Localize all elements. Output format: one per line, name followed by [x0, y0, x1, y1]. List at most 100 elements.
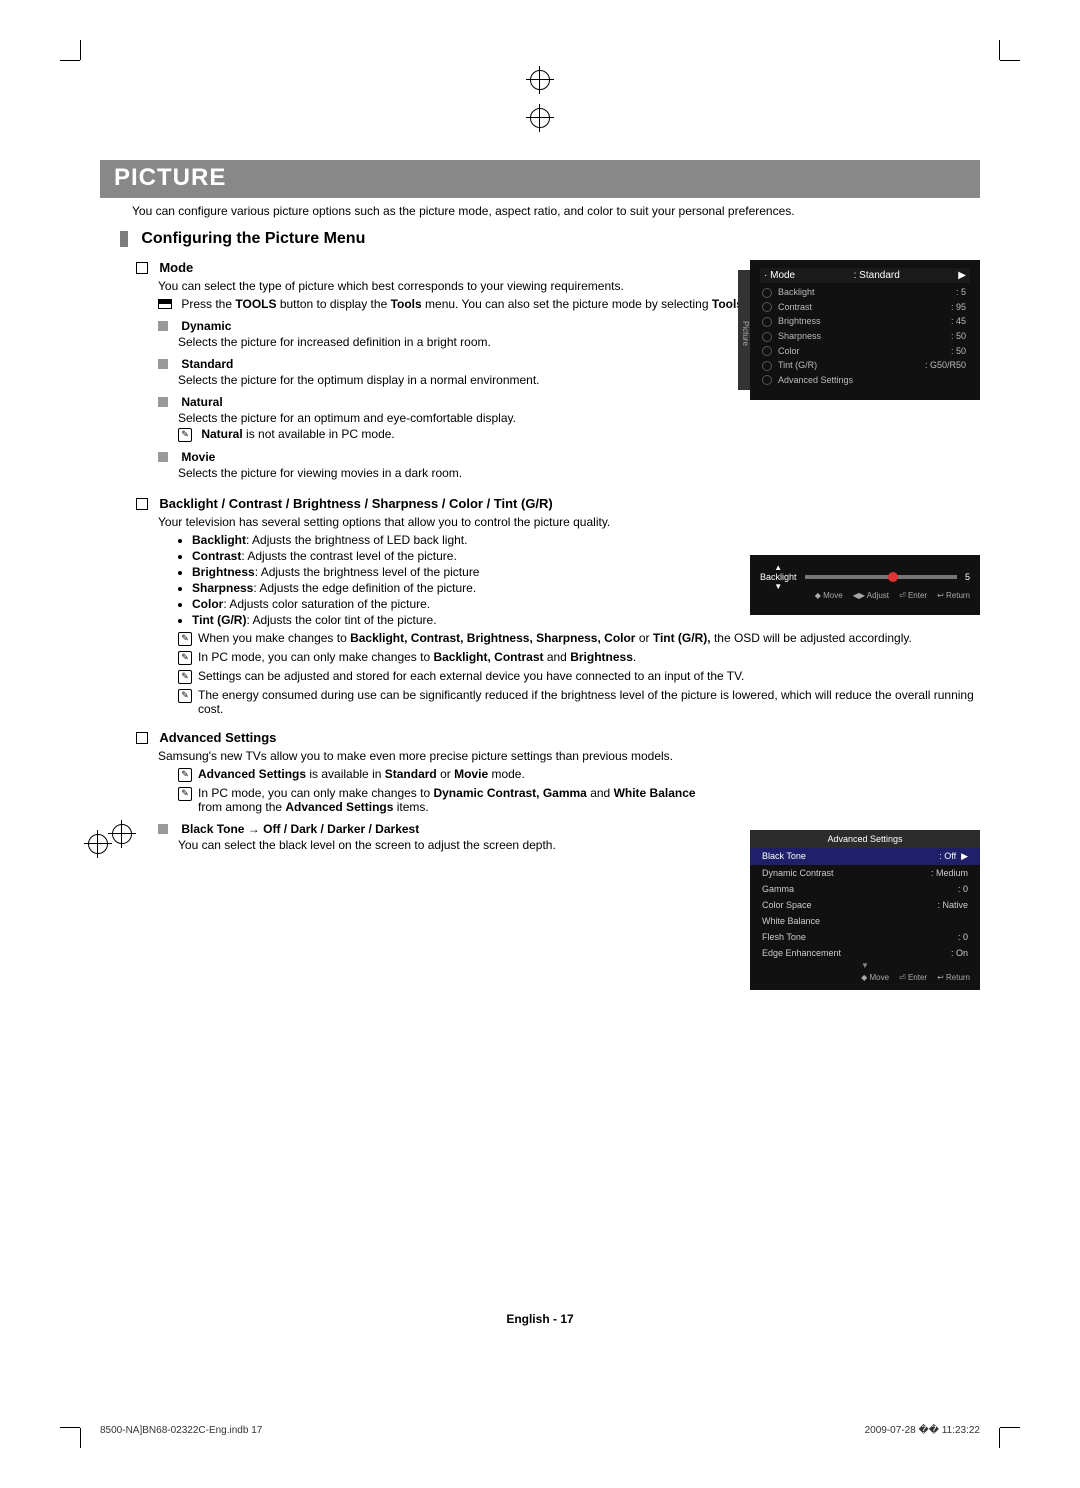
page-footer: English - 17	[0, 1312, 1080, 1326]
picture-param-item: Backlight: Adjusts the brightness of LED…	[178, 533, 980, 547]
topic-advanced-settings-title: Advanced Settings	[159, 730, 276, 745]
osd-backlight-slider: ▲Backlight▼ 5 ◆ Move ◀▶ Adjust ⏎ Enter ↩ Re…	[750, 555, 980, 615]
checkbox-bullet-icon	[136, 262, 148, 274]
topic-picture-params-title: Backlight / Contrast / Brightness / Shar…	[159, 496, 552, 511]
section-intro: You can configure various picture option…	[132, 204, 980, 218]
dot-bullet-icon	[178, 555, 182, 559]
osd-slider-footer: ◆ Move ◀▶ Adjust ⏎ Enter ↩ Return	[760, 591, 970, 600]
note-osd-adjust: When you make changes to Backlight, Cont…	[198, 631, 980, 646]
mode-natural-title: Natural	[181, 395, 222, 409]
square-bullet-icon	[158, 824, 168, 834]
osd-advanced-title: Advanced Settings	[750, 830, 980, 848]
print-timestamp: 2009-07-28 �� 11:23:22	[865, 1425, 980, 1436]
note-icon: ✎	[178, 632, 192, 646]
osd-menu-row: Sharpness: 50	[760, 331, 970, 342]
dot-bullet-icon	[178, 571, 182, 575]
osd-slider-track	[805, 575, 957, 579]
topic-mode-title: Mode	[159, 260, 193, 275]
osd-menu-row: Dynamic Contrast: Medium	[750, 865, 980, 881]
topic-advanced-settings: Advanced Settings	[136, 730, 980, 745]
arrow-up-icon: ▲	[774, 563, 782, 572]
registration-mark-left	[112, 824, 132, 844]
arrow-down-icon: ▼	[774, 582, 782, 591]
dot-bullet-icon	[178, 619, 182, 623]
mode-natural-note: ✎ Natural is not available in PC mode.	[178, 427, 980, 442]
mode-movie: Movie	[158, 450, 980, 464]
osd-slider-value: 5	[965, 572, 970, 582]
crop-mark-br	[1000, 1428, 1020, 1448]
osd-menu-row: Black Tone: Off ▶	[750, 848, 980, 865]
osd-picture-menu: Picture · Mode: Standard▶ Backlight: 5Co…	[750, 260, 980, 400]
subsection-heading: Configuring the Picture Menu	[100, 230, 980, 248]
print-job-footer: 8500-NA]BN68-02322C-Eng.indb 17 2009-07-…	[100, 1425, 980, 1436]
osd-hint: ◀▶ Adjust	[853, 591, 889, 600]
mode-movie-title: Movie	[181, 450, 215, 464]
note-icon: ✎	[178, 768, 192, 782]
subsection-heading-text: Configuring the Picture Menu	[141, 230, 365, 247]
topic-advanced-settings-desc: Samsung's new TVs allow you to make even…	[158, 749, 698, 763]
note-adv-pc-mode: In PC mode, you can only make changes to…	[198, 786, 698, 814]
note-icon: ✎	[178, 651, 192, 665]
osd-slider-label: Backlight	[760, 572, 797, 582]
mode-standard-title: Standard	[181, 357, 233, 371]
dot-bullet-icon	[178, 587, 182, 591]
registration-mark-right	[88, 834, 108, 854]
mode-dynamic-title: Dynamic	[181, 319, 231, 333]
crop-mark-bl	[60, 1428, 80, 1448]
osd-advanced-footer: ◆ Move ⏎ Enter ↩ Return	[750, 970, 980, 985]
note-pc-mode-limit: In PC mode, you can only make changes to…	[198, 650, 980, 665]
osd-hint: ◆ Move	[861, 973, 889, 982]
checkbox-bullet-icon	[136, 498, 148, 510]
note-icon: ✎	[178, 428, 192, 442]
topic-mode-desc: You can select the type of picture which…	[158, 279, 718, 293]
print-file-name: 8500-NA]BN68-02322C-Eng.indb 17	[100, 1425, 262, 1436]
note-per-input-storage: Settings can be adjusted and stored for …	[198, 669, 980, 684]
section-title: PICTURE	[100, 160, 980, 198]
osd-menu-row: Flesh Tone: 0	[750, 929, 980, 945]
mode-natural-desc: Selects the picture for an optimum and e…	[178, 411, 980, 425]
osd-picture-mode-row: · Mode: Standard▶	[760, 268, 970, 283]
dot-bullet-icon	[178, 539, 182, 543]
osd-menu-row: Edge Enhancement: On	[750, 945, 980, 961]
osd-menu-row: Gamma: 0	[750, 881, 980, 897]
square-bullet-icon	[158, 359, 168, 369]
note-energy-saving: The energy consumed during use can be si…	[198, 688, 980, 716]
note-icon: ✎	[178, 670, 192, 684]
osd-menu-row: Advanced Settings	[760, 375, 970, 386]
osd-hint: ◆ Move	[815, 591, 843, 600]
osd-menu-row: Color Space: Native	[750, 897, 980, 913]
osd-menu-row: Contrast: 95	[760, 302, 970, 313]
advanced-settings-notes: ✎ Advanced Settings is available in Stan…	[158, 767, 698, 814]
osd-hint: ↩ Return	[937, 973, 970, 982]
crop-mark-tl	[60, 40, 80, 60]
osd-menu-row: Tint (G/R): G50/R50	[760, 360, 970, 371]
mode-movie-desc: Selects the picture for viewing movies i…	[178, 466, 980, 480]
square-bullet-icon	[158, 321, 168, 331]
osd-menu-row: White Balance	[750, 913, 980, 929]
osd-hint: ⏎ Enter	[899, 973, 927, 982]
registration-mark-bottom	[530, 70, 550, 90]
arrow-down-icon: ▼	[750, 961, 980, 970]
osd-menu-row: Color: 50	[760, 346, 970, 357]
topic-picture-params: Backlight / Contrast / Brightness / Shar…	[136, 496, 980, 511]
manual-page: PICTURE You can configure various pictur…	[0, 0, 1080, 1488]
osd-menu-row: Brightness: 45	[760, 316, 970, 327]
osd-hint: ⏎ Enter	[899, 591, 927, 600]
heading-bar-icon	[120, 231, 128, 247]
osd-hint: ↩ Return	[937, 591, 970, 600]
tools-button-icon	[158, 299, 172, 309]
picture-param-item: Tint (G/R): Adjusts the color tint of th…	[178, 613, 980, 627]
osd-advanced-settings: Advanced Settings Black Tone: Off ▶Dynam…	[750, 830, 980, 990]
note-icon: ✎	[178, 787, 192, 801]
checkbox-bullet-icon	[136, 732, 148, 744]
osd-menu-row: Backlight: 5	[760, 287, 970, 298]
picture-params-notes: ✎ When you make changes to Backlight, Co…	[158, 631, 980, 716]
crop-mark-tr	[1000, 40, 1020, 60]
osd-picture-tab: Picture	[738, 270, 750, 390]
dot-bullet-icon	[178, 603, 182, 607]
option-black-tone-title: Black Tone → Off / Dark / Darker / Darke…	[181, 822, 419, 836]
topic-picture-params-desc: Your television has several setting opti…	[158, 515, 718, 529]
chevron-right-icon: ▶	[958, 270, 966, 281]
square-bullet-icon	[158, 452, 168, 462]
note-adv-availability: Advanced Settings is available in Standa…	[198, 767, 698, 782]
